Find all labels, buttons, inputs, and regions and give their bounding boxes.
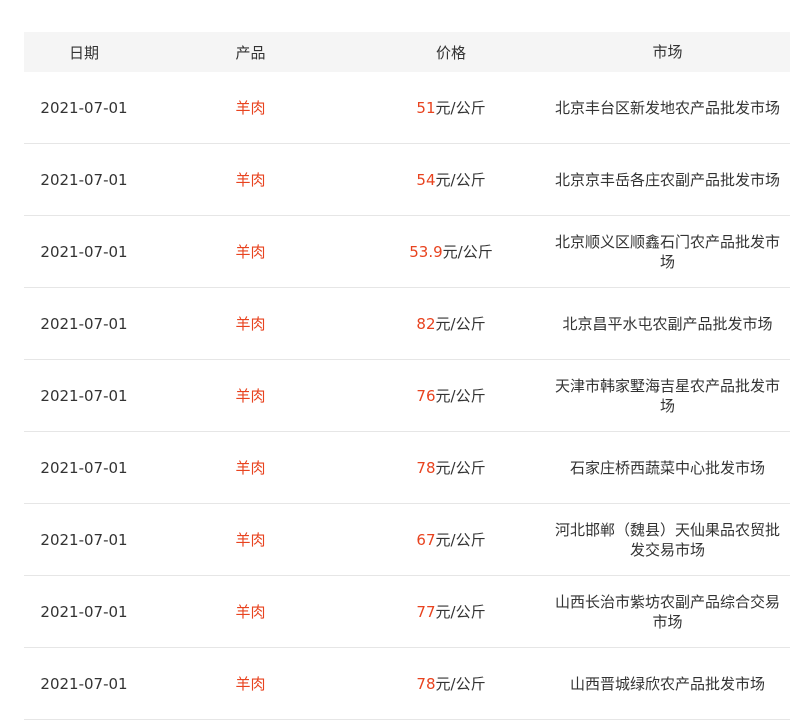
price-value: 78 (416, 675, 436, 693)
table-row: 2021-07-01 羊肉 53.9元/公斤 北京顺义区顺鑫石门农产品批发市场 (24, 216, 790, 288)
price-value: 51 (416, 99, 436, 117)
table-row: 2021-07-01 羊肉 77元/公斤 山西长治市紫坊农副产品综合交易市场 (24, 576, 790, 648)
cell-product-link[interactable]: 羊肉 (144, 97, 357, 118)
cell-product-link[interactable]: 羊肉 (144, 529, 357, 550)
price-value: 78 (416, 459, 436, 477)
cell-price: 51元/公斤 (357, 97, 545, 118)
price-value: 82 (416, 315, 436, 333)
cell-price: 76元/公斤 (357, 385, 545, 406)
cell-price: 77元/公斤 (357, 601, 545, 622)
table-header: 日期 产品 价格 市场 (24, 32, 790, 72)
price-unit: 元/公斤 (435, 531, 486, 549)
table-row: 2021-07-01 羊肉 82元/公斤 北京昌平水屯农副产品批发市场 (24, 288, 790, 360)
cell-market-link[interactable]: 山西长治市紫坊农副产品综合交易市场 (545, 592, 790, 632)
price-table: 日期 产品 价格 市场 2021-07-01 羊肉 51元/公斤 北京丰台区新发… (24, 32, 790, 720)
header-product: 产品 (235, 43, 266, 62)
cell-date: 2021-07-01 (40, 242, 128, 261)
table-row: 2021-07-01 羊肉 51元/公斤 北京丰台区新发地农产品批发市场 (24, 72, 790, 144)
cell-price: 82元/公斤 (357, 313, 545, 334)
cell-product-link[interactable]: 羊肉 (144, 601, 357, 622)
table-row: 2021-07-01 羊肉 78元/公斤 石家庄桥西蔬菜中心批发市场 (24, 432, 790, 504)
table-row: 2021-07-01 羊肉 54元/公斤 北京京丰岳各庄农副产品批发市场 (24, 144, 790, 216)
table-row: 2021-07-01 羊肉 67元/公斤 河北邯郸（魏县）天仙果品农贸批发交易市… (24, 504, 790, 576)
price-unit: 元/公斤 (435, 315, 486, 333)
cell-date: 2021-07-01 (40, 602, 128, 621)
header-date: 日期 (68, 43, 99, 62)
cell-product-link[interactable]: 羊肉 (144, 241, 357, 262)
cell-date: 2021-07-01 (40, 674, 128, 693)
price-unit: 元/公斤 (442, 243, 493, 261)
cell-market-link[interactable]: 山西晋城绿欣农产品批发市场 (545, 674, 790, 694)
cell-price: 78元/公斤 (357, 673, 545, 694)
cell-market-link[interactable]: 北京昌平水屯农副产品批发市场 (545, 314, 790, 334)
cell-product-link[interactable]: 羊肉 (144, 457, 357, 478)
cell-price: 54元/公斤 (357, 169, 545, 190)
cell-date: 2021-07-01 (40, 386, 128, 405)
cell-date: 2021-07-01 (40, 530, 128, 549)
price-unit: 元/公斤 (435, 387, 486, 405)
price-unit: 元/公斤 (435, 99, 486, 117)
cell-product-link[interactable]: 羊肉 (144, 169, 357, 190)
cell-date: 2021-07-01 (40, 98, 128, 117)
price-unit: 元/公斤 (435, 675, 486, 693)
cell-product-link[interactable]: 羊肉 (144, 313, 357, 334)
cell-date: 2021-07-01 (40, 314, 128, 333)
cell-product-link[interactable]: 羊肉 (144, 673, 357, 694)
cell-market-link[interactable]: 北京京丰岳各庄农副产品批发市场 (545, 170, 790, 190)
table-row: 2021-07-01 羊肉 76元/公斤 天津市韩家墅海吉星农产品批发市场 (24, 360, 790, 432)
cell-market-link[interactable]: 河北邯郸（魏县）天仙果品农贸批发交易市场 (545, 520, 790, 560)
cell-price: 78元/公斤 (357, 457, 545, 478)
price-value: 76 (416, 387, 436, 405)
price-value: 77 (416, 603, 436, 621)
price-value: 53.9 (409, 243, 443, 261)
cell-market-link[interactable]: 天津市韩家墅海吉星农产品批发市场 (545, 376, 790, 416)
price-unit: 元/公斤 (435, 171, 486, 189)
header-market: 市场 (652, 43, 683, 61)
price-value: 67 (416, 531, 436, 549)
price-unit: 元/公斤 (435, 459, 486, 477)
cell-price: 67元/公斤 (357, 529, 545, 550)
cell-date: 2021-07-01 (40, 458, 128, 477)
cell-date: 2021-07-01 (40, 170, 128, 189)
cell-market-link[interactable]: 石家庄桥西蔬菜中心批发市场 (545, 458, 790, 478)
cell-price: 53.9元/公斤 (357, 241, 545, 262)
price-value: 54 (416, 171, 436, 189)
header-price: 价格 (435, 43, 466, 62)
cell-market-link[interactable]: 北京丰台区新发地农产品批发市场 (545, 98, 790, 118)
cell-product-link[interactable]: 羊肉 (144, 385, 357, 406)
table-row: 2021-07-01 羊肉 78元/公斤 山西晋城绿欣农产品批发市场 (24, 648, 790, 720)
cell-market-link[interactable]: 北京顺义区顺鑫石门农产品批发市场 (545, 232, 790, 272)
price-unit: 元/公斤 (435, 603, 486, 621)
